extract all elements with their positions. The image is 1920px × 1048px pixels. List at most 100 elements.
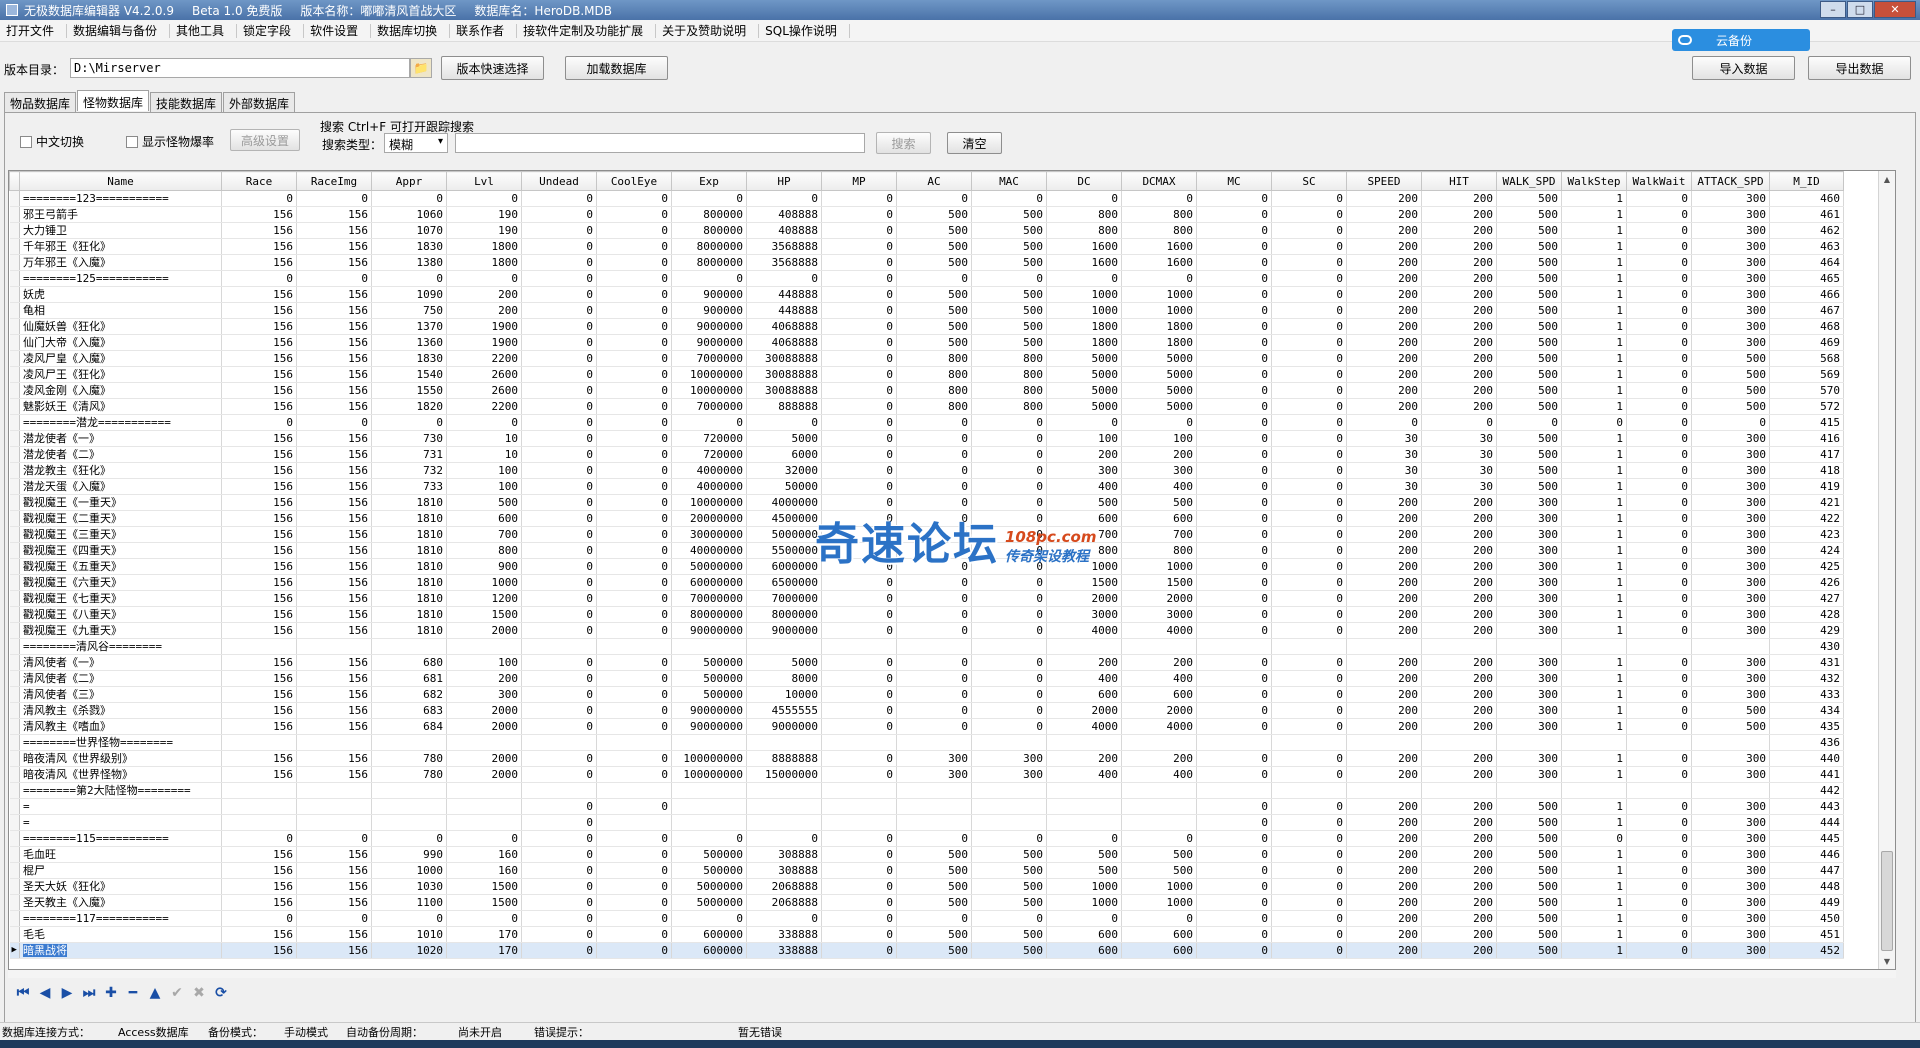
table-cell[interactable]: 0 [1626,350,1692,367]
table-cell[interactable]: 4000 [1046,718,1122,735]
table-cell[interactable]: 200 [1421,750,1497,767]
table-cell[interactable]: 1010 [371,926,447,943]
table-cell[interactable]: 500 [1691,350,1770,367]
table-cell[interactable]: 0 [821,718,897,735]
table-cell[interactable]: 500 [971,862,1047,879]
table-cell[interactable]: 156 [296,382,372,399]
table-cell[interactable]: 清风使者《三》 [19,686,222,703]
table-cell[interactable]: 0 [1626,862,1692,879]
folder-icon[interactable]: 📁 [410,58,432,78]
table-row[interactable]: 仙门大帝《入魔》 156 156 1360 1900 0 0 9000000 4068888 0 5… [9,334,1844,351]
table-cell[interactable]: 500 [896,222,972,239]
table-cell[interactable]: 600 [446,510,522,527]
table-cell[interactable]: 800 [971,382,1047,399]
table-cell[interactable]: 7000000 [671,398,747,415]
table-cell[interactable] [746,734,822,751]
table-cell[interactable]: 0 [1271,382,1347,399]
table-cell[interactable]: 0 [971,478,1047,495]
table-cell[interactable]: 156 [221,334,297,351]
table-cell[interactable]: 戳视魔王《九重天》 [19,622,222,639]
table-cell[interactable]: 200 [1421,350,1497,367]
table-row[interactable]: 仙魔妖兽《狂化》 156 156 1370 1900 0 0 9000000 4068888 0 5… [9,318,1844,335]
table-cell[interactable]: 0 [596,558,672,575]
table-cell[interactable]: 200 [1346,862,1422,879]
table-cell[interactable]: 500 [1496,318,1562,335]
table-cell[interactable]: 0 [1196,206,1272,223]
table-cell[interactable]: 0 [521,670,597,687]
row-indicator[interactable] [9,878,20,895]
row-indicator[interactable] [9,478,20,495]
table-cell[interactable] [221,782,297,799]
table-cell[interactable]: 442 [1769,782,1844,799]
table-cell[interactable]: 0 [821,686,897,703]
table-cell[interactable]: 0 [596,926,672,943]
table-cell[interactable]: 300 [1691,878,1770,895]
table-cell[interactable] [671,798,747,815]
table-cell[interactable]: 0 [821,878,897,895]
table-cell[interactable]: 2000 [446,766,522,783]
table-row[interactable]: 龟相 156 156 750 200 0 0 900000 448888 0 500 500 1000 1… [9,302,1844,319]
table-cell[interactable]: 500 [1691,398,1770,415]
table-cell[interactable]: 0 [521,814,597,831]
table-cell[interactable]: 500 [971,942,1047,959]
table-cell[interactable]: 1810 [371,542,447,559]
table-cell[interactable]: 200 [1346,574,1422,591]
table-cell[interactable]: 0 [1196,606,1272,623]
table-cell[interactable]: 500 [1046,862,1122,879]
table-cell[interactable]: 15000000 [746,766,822,783]
table-cell[interactable] [671,638,747,655]
table-cell[interactable]: 569 [1769,366,1844,383]
column-header-walkstep[interactable]: WalkStep [1561,171,1627,191]
table-cell[interactable]: 0 [596,894,672,911]
row-indicator[interactable] [9,606,20,623]
table-cell[interactable]: 32000 [746,462,822,479]
table-cell[interactable]: 200 [1421,270,1497,287]
table-row[interactable]: 清风教主《杀戮》 156 156 683 2000 0 0 90000000 4555555 0 0… [9,702,1844,719]
table-cell[interactable]: 0 [596,846,672,863]
table-cell[interactable]: 500 [896,302,972,319]
table-cell[interactable]: 156 [221,606,297,623]
table-row[interactable]: 邪王弓箭手 156 156 1060 190 0 0 800000 408888 0 500 500 8… [9,206,1844,223]
table-cell[interactable]: 441 [1769,766,1844,783]
table-cell[interactable]: 0 [1561,414,1627,431]
table-cell[interactable]: 160 [446,846,522,863]
table-cell[interactable]: 200 [1421,334,1497,351]
table-cell[interactable]: 9000000 [671,334,747,351]
table-cell[interactable]: 440 [1769,750,1844,767]
table-cell[interactable]: 1 [1561,510,1627,527]
table-cell[interactable]: 0 [1196,814,1272,831]
nav-cancel-icon[interactable]: ✖ [188,983,210,1003]
table-cell[interactable]: 156 [221,462,297,479]
table-cell[interactable]: 200 [1421,846,1497,863]
table-cell[interactable]: 156 [296,510,372,527]
table-cell[interactable]: 0 [221,190,297,207]
table-cell[interactable]: 清风教主《杀戮》 [19,702,222,719]
table-cell[interactable]: 0 [596,238,672,255]
table-cell[interactable]: 0 [1196,622,1272,639]
table-cell[interactable]: 1 [1561,942,1627,959]
table-cell[interactable] [371,798,447,815]
table-cell[interactable] [1196,782,1272,799]
table-cell[interactable]: 500 [971,254,1047,271]
table-cell[interactable]: 1 [1561,766,1627,783]
table-cell[interactable] [746,814,822,831]
table-cell[interactable]: 200 [1346,750,1422,767]
table-cell[interactable]: 0 [596,414,672,431]
row-indicator[interactable] [9,670,20,687]
table-row[interactable]: 凌风尸王《狂化》 156 156 1540 2600 0 0 10000000 30088888… [9,366,1844,383]
table-cell[interactable]: 156 [221,878,297,895]
table-cell[interactable] [1046,638,1122,655]
table-cell[interactable]: 30 [1421,478,1497,495]
table-cell[interactable]: 0 [296,910,372,927]
table-cell[interactable]: 500 [1496,206,1562,223]
table-cell[interactable]: 600 [1046,942,1122,959]
table-cell[interactable]: ========125=========== [19,270,222,287]
column-header-attack-spd[interactable]: ATTACK_SPD [1691,171,1770,191]
table-cell[interactable]: 0 [596,862,672,879]
table-cell[interactable]: 200 [1421,670,1497,687]
table-cell[interactable]: 0 [521,574,597,591]
table-cell[interactable]: 200 [1421,382,1497,399]
table-cell[interactable]: 300 [1496,718,1562,735]
table-cell[interactable]: 0 [446,910,522,927]
table-row[interactable]: ========世界怪物======== 436 [9,734,1844,751]
